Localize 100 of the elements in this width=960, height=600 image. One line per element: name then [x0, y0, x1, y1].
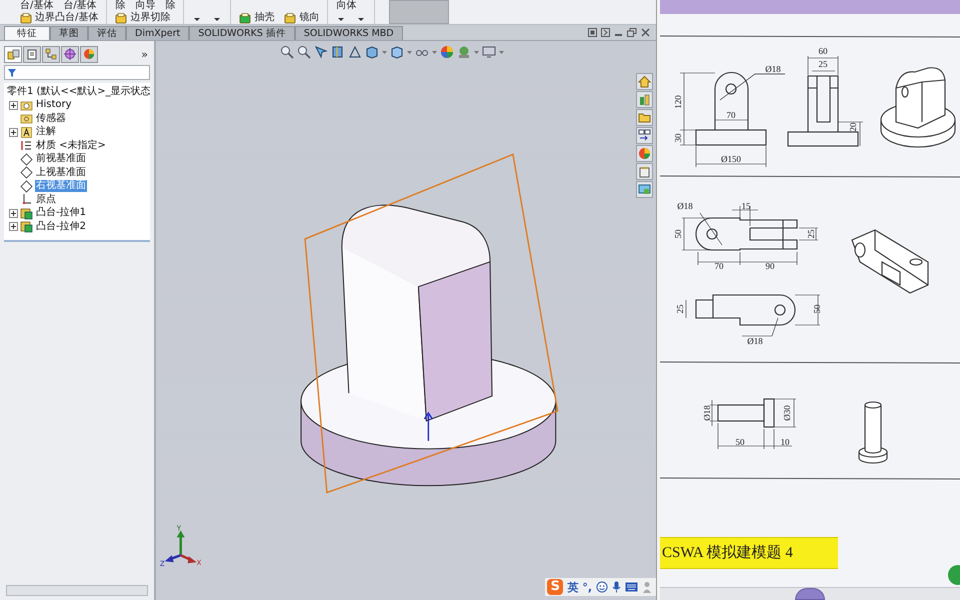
ribbon-label[interactable]: 向体: [336, 0, 356, 11]
tab[interactable]: 草图: [50, 26, 88, 40]
cube-icon[interactable]: [390, 45, 404, 59]
expand-icon[interactable]: [8, 208, 18, 218]
color-ball-icon: [638, 147, 651, 160]
task-pane-button[interactable]: [636, 181, 653, 198]
ribbon-label[interactable]: 除: [115, 0, 126, 11]
task-pane-button[interactable]: [636, 127, 653, 144]
display-tab[interactable]: [80, 46, 98, 62]
plane-icon: [20, 166, 33, 180]
plane-outline[interactable]: [304, 153, 558, 494]
ribbon-tool-button[interactable]: 抽壳: [239, 12, 274, 24]
task-pane-button[interactable]: [636, 73, 653, 90]
color-ball-icon[interactable]: [440, 45, 454, 59]
ribbon-label[interactable]: 向导: [135, 0, 156, 11]
punctuation-toggle[interactable]: °,: [582, 580, 592, 594]
horizontal-scrollbar[interactable]: [6, 585, 148, 596]
feature-tree-tab[interactable]: [4, 46, 22, 62]
input-mode-toggle[interactable]: 英: [567, 580, 578, 594]
dimension-label: Ø18: [677, 201, 693, 212]
dimension-label: 70: [726, 110, 736, 120]
caption-label: CSWA 模拟建模题 4: [660, 537, 838, 569]
dimension-label: Ø18: [765, 64, 781, 74]
dimension-label: 70: [714, 261, 724, 272]
origin-icon: [20, 193, 33, 206]
tree-item[interactable]: 凸台-拉伸2: [35, 220, 87, 233]
history-icon: [20, 98, 33, 112]
dimension-label: 120: [673, 95, 684, 109]
round-button[interactable]: [795, 588, 825, 600]
keyboard-icon[interactable]: [625, 582, 638, 592]
filter-field[interactable]: [4, 65, 150, 80]
restore-icon[interactable]: [627, 28, 637, 37]
library-icon: [638, 93, 651, 106]
color-ball-icon: [83, 48, 95, 60]
crosshair-icon: [64, 48, 76, 60]
task-pane-button[interactable]: [636, 109, 653, 126]
dimension-label: 15: [742, 201, 750, 212]
tool-icon: [284, 12, 296, 24]
tree-item[interactable]: 凸台-拉伸1: [35, 207, 87, 220]
grid-icon: [638, 129, 651, 142]
tree-item[interactable]: 前视基准面: [35, 153, 87, 166]
ribbon-label[interactable]: 台/基体: [20, 0, 54, 11]
tab[interactable]: DimXpert: [126, 26, 190, 40]
tab[interactable]: SOLIDWORKS 插件: [189, 26, 295, 40]
tab[interactable]: SOLIDWORKS MBD: [294, 26, 403, 40]
section-icon[interactable]: [331, 45, 345, 59]
tool-icon: [239, 12, 252, 24]
dimension-label: Ø18: [702, 405, 712, 421]
ribbon-tool-button[interactable]: 镜向: [284, 12, 320, 24]
dimension-label: 25: [818, 59, 828, 70]
task-pane-button[interactable]: [636, 163, 653, 180]
ribbon-label[interactable]: 台/基体: [63, 0, 97, 11]
dimension-label: 50: [736, 437, 744, 448]
expand-icon[interactable]: [8, 128, 18, 137]
overflow-chevron[interactable]: »: [141, 48, 148, 60]
zoom-icon[interactable]: [297, 45, 311, 59]
zoom-icon[interactable]: [280, 45, 294, 59]
tree-item[interactable]: 注解: [35, 126, 57, 138]
expand-icon[interactable]: [8, 100, 18, 110]
ribbon-tool-button[interactable]: 边界凸台/基体: [20, 12, 98, 24]
cube-icon[interactable]: [365, 45, 379, 59]
tool-icon: [20, 12, 32, 24]
tree-item[interactable]: 原点: [35, 194, 57, 206]
dimension-label: 30: [673, 134, 684, 142]
tree-item[interactable]: History: [35, 99, 73, 112]
ribbon-tool-button[interactable]: 边界切除: [115, 12, 170, 24]
monitor-icon: [638, 183, 651, 196]
dimension-label: Ø18: [747, 336, 763, 346]
tree-item[interactable]: 传感器: [35, 112, 67, 125]
tree-item[interactable]: 材质 <未指定>: [35, 140, 107, 152]
sensor-icon: [20, 112, 33, 126]
monitor-icon[interactable]: [482, 45, 496, 59]
close-icon[interactable]: [641, 28, 650, 37]
microphone-icon[interactable]: [612, 581, 621, 593]
feature-icon: [20, 220, 33, 234]
dimension-label: 25: [675, 304, 686, 314]
property-tab[interactable]: [23, 46, 41, 62]
expand-icon[interactable]: [8, 222, 18, 232]
dimxpert-tab[interactable]: [61, 46, 79, 62]
folder-icon: [638, 111, 651, 124]
dimension-label: 25: [806, 230, 816, 238]
feature-icon: [20, 206, 33, 220]
pointer-icon[interactable]: [314, 45, 328, 59]
ribbon-label[interactable]: 除: [165, 0, 176, 11]
house-icon: [638, 75, 651, 88]
triangle-icon[interactable]: [348, 45, 362, 59]
material-icon: [20, 139, 33, 152]
dimension-label: Ø150: [721, 154, 741, 164]
filter-icon: [8, 68, 16, 76]
tile-icon[interactable]: [601, 28, 610, 37]
tab[interactable]: 评估: [88, 26, 126, 40]
tab[interactable]: 特征: [4, 26, 50, 40]
tree-item[interactable]: 上视基准面: [35, 166, 87, 179]
axis-triad-drawing: [164, 530, 197, 564]
tile-icon[interactable]: [588, 28, 597, 37]
tree-item[interactable]: 零件1 (默认<<默认>_显示状态: [6, 86, 152, 98]
config-tab[interactable]: [42, 46, 60, 62]
dimension-label: Ø30: [782, 405, 792, 421]
dimension-label: 50: [812, 304, 822, 314]
smiley-icon[interactable]: [596, 581, 608, 593]
